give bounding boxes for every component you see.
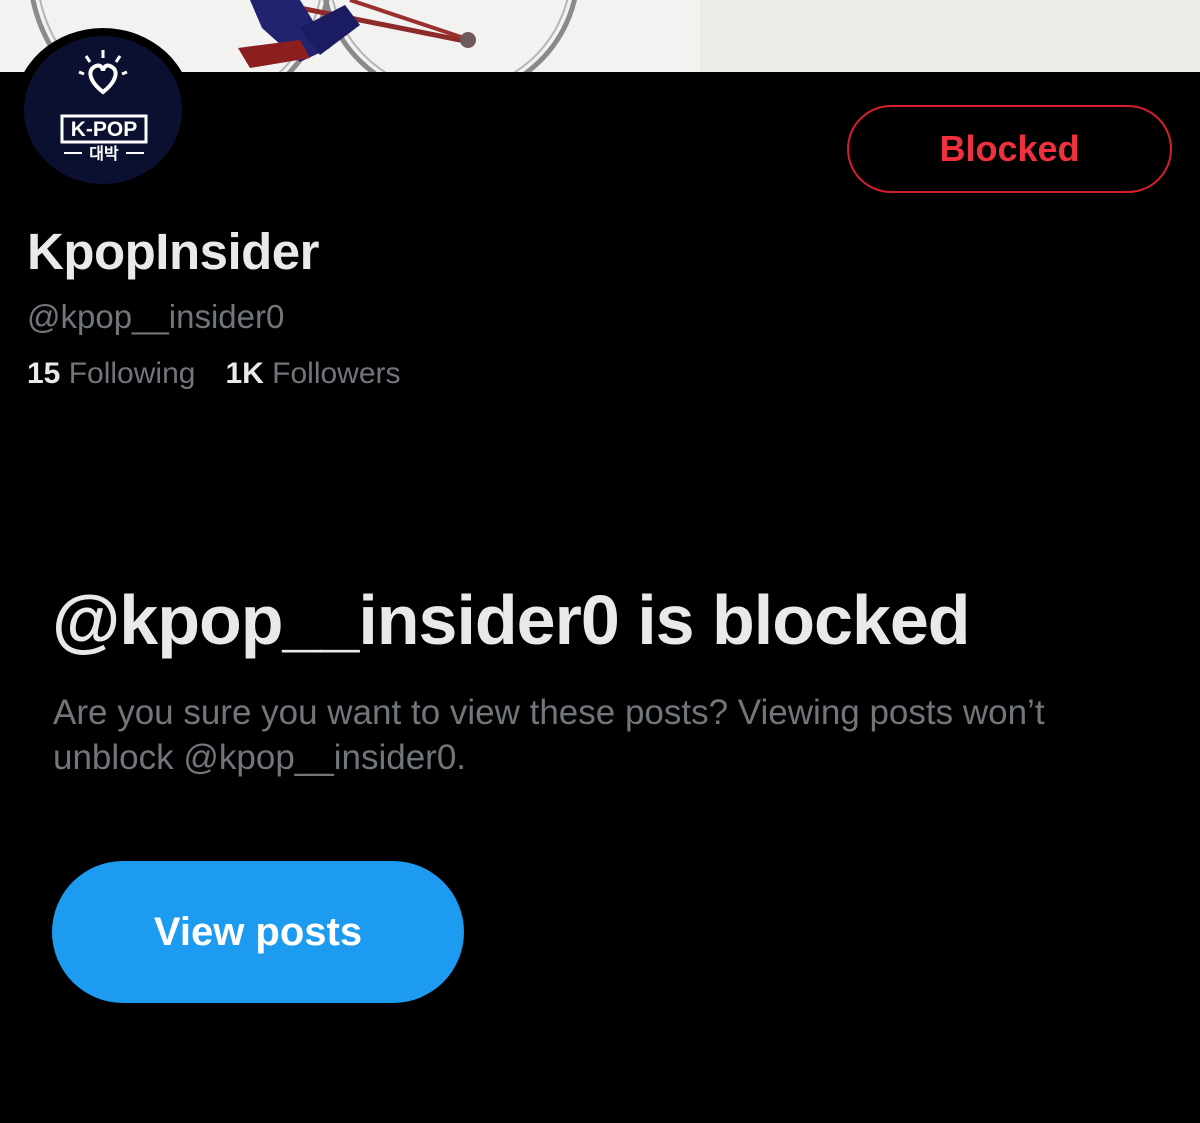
svg-text:대박: 대박 (89, 144, 119, 163)
profile-display-name: KpopInsider (27, 223, 320, 280)
blocked-button[interactable]: Blocked (847, 105, 1172, 193)
following-count: 15 (27, 357, 61, 390)
profile-avatar[interactable]: K-POP 대박 (14, 28, 192, 192)
following-label: Following (68, 357, 196, 390)
svg-text:K-POP: K-POP (71, 118, 138, 141)
profile-handle: @kpop__insider0 (27, 298, 285, 335)
followers-label: Followers (272, 357, 401, 390)
following-link[interactable]: 15 Following (27, 357, 195, 390)
view-posts-button[interactable]: View posts (52, 861, 464, 1003)
followers-count: 1K (225, 357, 264, 390)
blocked-notice-description: Are you sure you want to view these post… (53, 693, 1045, 777)
followers-link[interactable]: 1K Followers (225, 357, 400, 390)
profile-stats: 15 Following 1K Followers (27, 357, 401, 391)
blocked-button-label: Blocked (939, 128, 1080, 169)
blocked-notice-title: @kpop__insider0 is blocked (52, 581, 971, 659)
kpop-logo: K-POP 대박 (24, 36, 182, 184)
view-posts-button-label: View posts (153, 909, 363, 954)
